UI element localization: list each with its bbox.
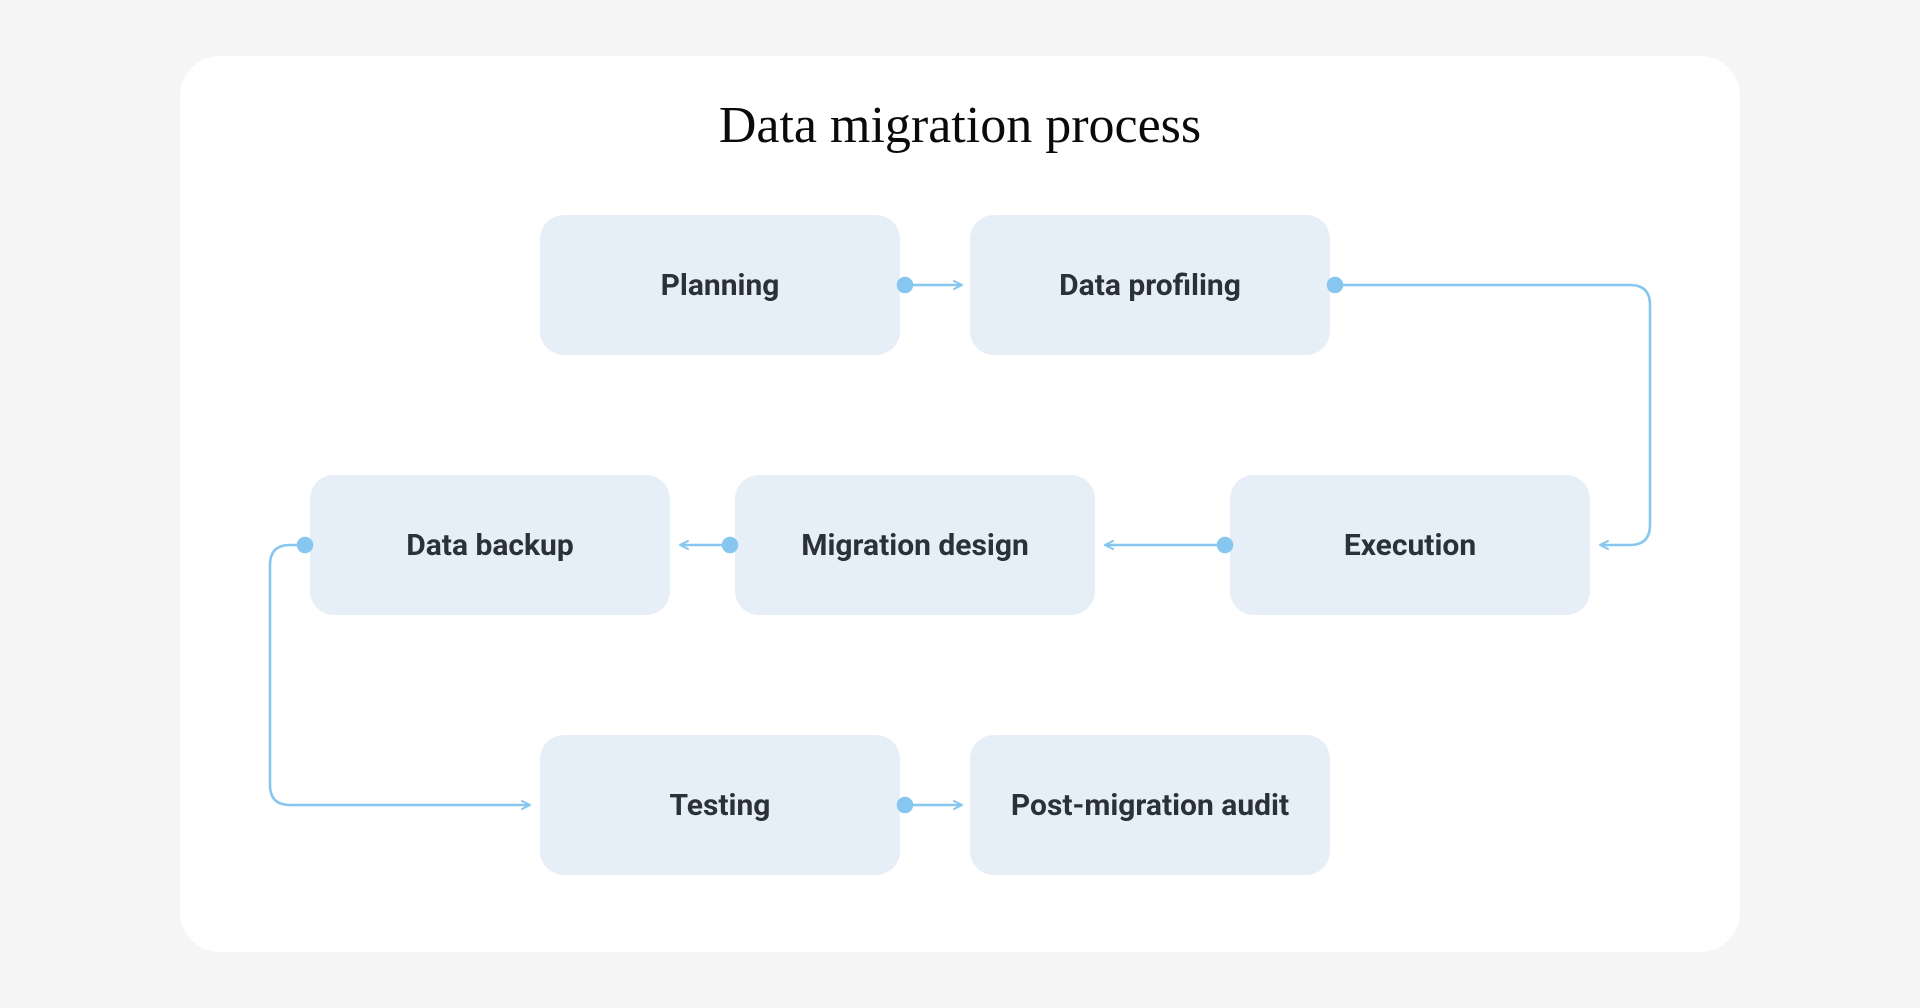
node-label: Execution bbox=[1344, 526, 1476, 565]
node-planning: Planning bbox=[540, 215, 900, 355]
node-label: Migration design bbox=[801, 526, 1029, 565]
node-label: Data backup bbox=[406, 526, 573, 565]
node-label: Data profiling bbox=[1059, 266, 1241, 305]
node-execution: Execution bbox=[1230, 475, 1590, 615]
flow-diagram: Planning Data profiling Execution Migrat… bbox=[180, 185, 1740, 945]
node-backup: Data backup bbox=[310, 475, 670, 615]
node-testing: Testing bbox=[540, 735, 900, 875]
node-profiling: Data profiling bbox=[970, 215, 1330, 355]
node-label: Testing bbox=[670, 786, 771, 825]
node-label: Planning bbox=[661, 266, 780, 305]
node-label: Post-migration audit bbox=[1011, 786, 1289, 825]
node-audit: Post-migration audit bbox=[970, 735, 1330, 875]
node-design: Migration design bbox=[735, 475, 1095, 615]
diagram-card: Data migration process Planning Data pro… bbox=[180, 56, 1740, 952]
diagram-title: Data migration process bbox=[180, 96, 1740, 155]
